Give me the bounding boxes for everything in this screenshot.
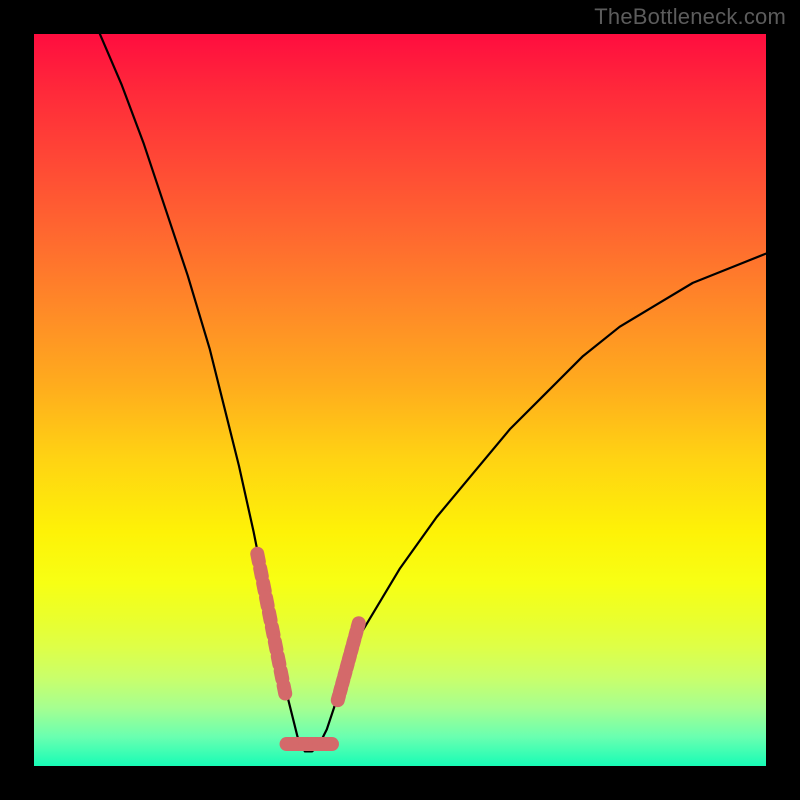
highlight-seg <box>257 554 259 562</box>
highlight-seg <box>281 671 283 679</box>
chart-svg <box>34 34 766 766</box>
highlight-seg <box>272 627 274 635</box>
highlight-seg <box>358 623 359 627</box>
highlight-seg <box>269 612 271 620</box>
chart-frame: TheBottleneck.com <box>0 0 800 800</box>
bottleneck-curve <box>100 34 766 751</box>
highlight-seg <box>275 642 277 650</box>
highlight-seg <box>266 598 268 606</box>
watermark-text: TheBottleneck.com <box>594 4 786 30</box>
highlight-seg <box>263 583 265 591</box>
highlight-seg <box>284 685 286 693</box>
highlight-seg <box>260 568 262 576</box>
curve-group <box>100 34 766 751</box>
highlight-group <box>257 554 358 744</box>
highlight-seg <box>278 656 280 664</box>
